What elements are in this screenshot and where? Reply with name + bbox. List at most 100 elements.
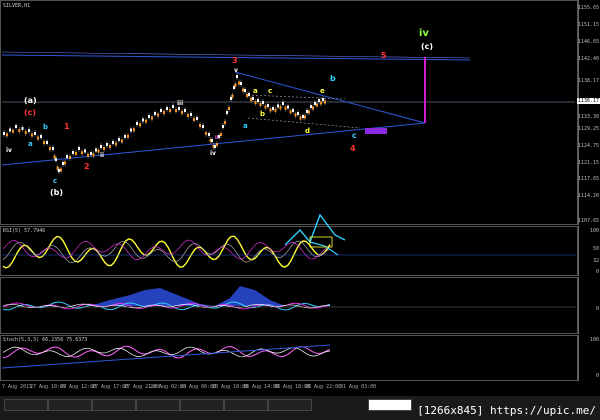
candle-body xyxy=(226,111,228,114)
chart-tab[interactable] xyxy=(4,399,48,411)
wave-label-c-paren: (c) xyxy=(421,42,434,51)
mt4-chart-window[interactable]: SILVER,H1 1155.65 1151.15 1146.65 1142.4… xyxy=(0,0,600,420)
candle-body xyxy=(234,83,237,87)
candle-body xyxy=(318,99,320,102)
candle-body xyxy=(46,141,48,144)
candle-body xyxy=(100,145,102,148)
candle-body xyxy=(246,94,248,97)
wave-label-v: v xyxy=(234,67,238,74)
wave-label-iv-left: iv xyxy=(6,147,12,154)
rsi-forecast-arrow xyxy=(284,213,346,246)
wave-label-one: 1 xyxy=(64,122,70,131)
candle-body xyxy=(299,116,302,120)
candle-body xyxy=(304,115,306,119)
wave-label-iii: iii xyxy=(177,100,184,107)
candle-body xyxy=(277,104,279,108)
candle-body xyxy=(52,147,54,150)
candle-body xyxy=(121,139,123,143)
candle-body xyxy=(220,133,222,136)
macd-lines xyxy=(2,286,576,311)
candle-body xyxy=(289,110,292,114)
candle-body xyxy=(43,141,45,144)
candle-body xyxy=(252,97,254,100)
candle-body xyxy=(95,148,97,152)
candle-body xyxy=(60,168,62,172)
candle-body xyxy=(242,88,244,92)
wave-label-b-cyan: b xyxy=(330,74,336,83)
candle-body xyxy=(169,109,171,112)
candle-body xyxy=(172,105,174,108)
candle-body xyxy=(248,93,250,96)
candle-body xyxy=(231,94,234,98)
wave-label-two: 2 xyxy=(84,162,90,171)
candle-body xyxy=(267,104,269,107)
candle-body xyxy=(106,143,108,146)
candle-body xyxy=(37,136,39,140)
wave-label-a-mid: a xyxy=(243,122,248,130)
candle-body xyxy=(193,118,195,121)
candle-body xyxy=(205,132,207,135)
candle-body xyxy=(133,128,135,132)
candle-body xyxy=(269,108,272,112)
chart-tab-active[interactable] xyxy=(368,399,412,411)
candle-body xyxy=(18,129,21,132)
time-tick: 27 Aug 12:00 xyxy=(60,384,97,390)
candle-body xyxy=(127,134,129,138)
candle-body xyxy=(184,109,186,112)
chart-tab[interactable] xyxy=(92,399,136,411)
chart-tab[interactable] xyxy=(224,399,268,411)
chart-tab[interactable] xyxy=(48,399,92,411)
candle-body xyxy=(244,89,246,92)
candle-body xyxy=(142,118,144,122)
macd-histogram xyxy=(90,286,285,306)
wave-label-c-cyan: c xyxy=(352,131,357,140)
candle-body xyxy=(66,155,68,158)
candle-body xyxy=(64,161,66,165)
candle-body xyxy=(264,105,267,109)
chart-drawing-layer xyxy=(1,51,576,369)
time-tick: 31 Aug 03:00 xyxy=(340,384,377,390)
candle-body xyxy=(81,151,83,155)
wave-label-ii: ii xyxy=(100,152,105,159)
candle-body xyxy=(124,135,126,138)
wave-label-c-top: c xyxy=(268,87,273,95)
candle-body xyxy=(3,132,5,135)
time-tick: 27 Aug 17:00 xyxy=(92,384,129,390)
candle-body xyxy=(199,124,201,127)
candle-body xyxy=(310,105,312,108)
candle-body xyxy=(72,151,74,154)
chart-tab[interactable] xyxy=(136,399,180,411)
candle-body xyxy=(154,112,156,115)
candle-body xyxy=(92,153,95,157)
wave-label-c-red-paren: (c) xyxy=(24,108,37,117)
candle-body xyxy=(228,107,230,110)
target-box xyxy=(365,128,387,134)
triangle-dotted-2 xyxy=(247,117,361,129)
chart-tab[interactable] xyxy=(180,399,224,411)
candle-body xyxy=(324,100,326,104)
candle-body xyxy=(175,109,177,112)
triangle-dotted-1 xyxy=(247,94,346,100)
candle-body xyxy=(216,143,218,146)
wave-label-five: 5 xyxy=(381,51,387,60)
time-tick: 28 Aug 06:00 xyxy=(180,384,217,390)
candle-body xyxy=(6,133,8,137)
candle-body xyxy=(322,98,324,101)
candle-body xyxy=(28,129,30,132)
candle-body xyxy=(58,169,60,172)
wave-label-a-paren: (a) xyxy=(24,96,37,105)
wave-label-b-left: b xyxy=(43,123,49,131)
candle-body xyxy=(15,125,17,128)
candle-body xyxy=(24,131,27,134)
candle-body xyxy=(236,75,238,78)
candle-body xyxy=(320,101,322,105)
candle-body xyxy=(40,135,42,138)
candle-body xyxy=(302,115,304,118)
candle-body xyxy=(12,129,14,133)
candle-body xyxy=(148,115,150,118)
time-axis[interactable]: 7 Aug 2015 27 Aug 10:00 27 Aug 12:00 27 … xyxy=(0,381,578,395)
candle-body xyxy=(130,128,132,132)
chart-tab[interactable] xyxy=(268,399,312,411)
wave-label-four: 4 xyxy=(350,144,356,153)
candle-body xyxy=(31,133,33,137)
